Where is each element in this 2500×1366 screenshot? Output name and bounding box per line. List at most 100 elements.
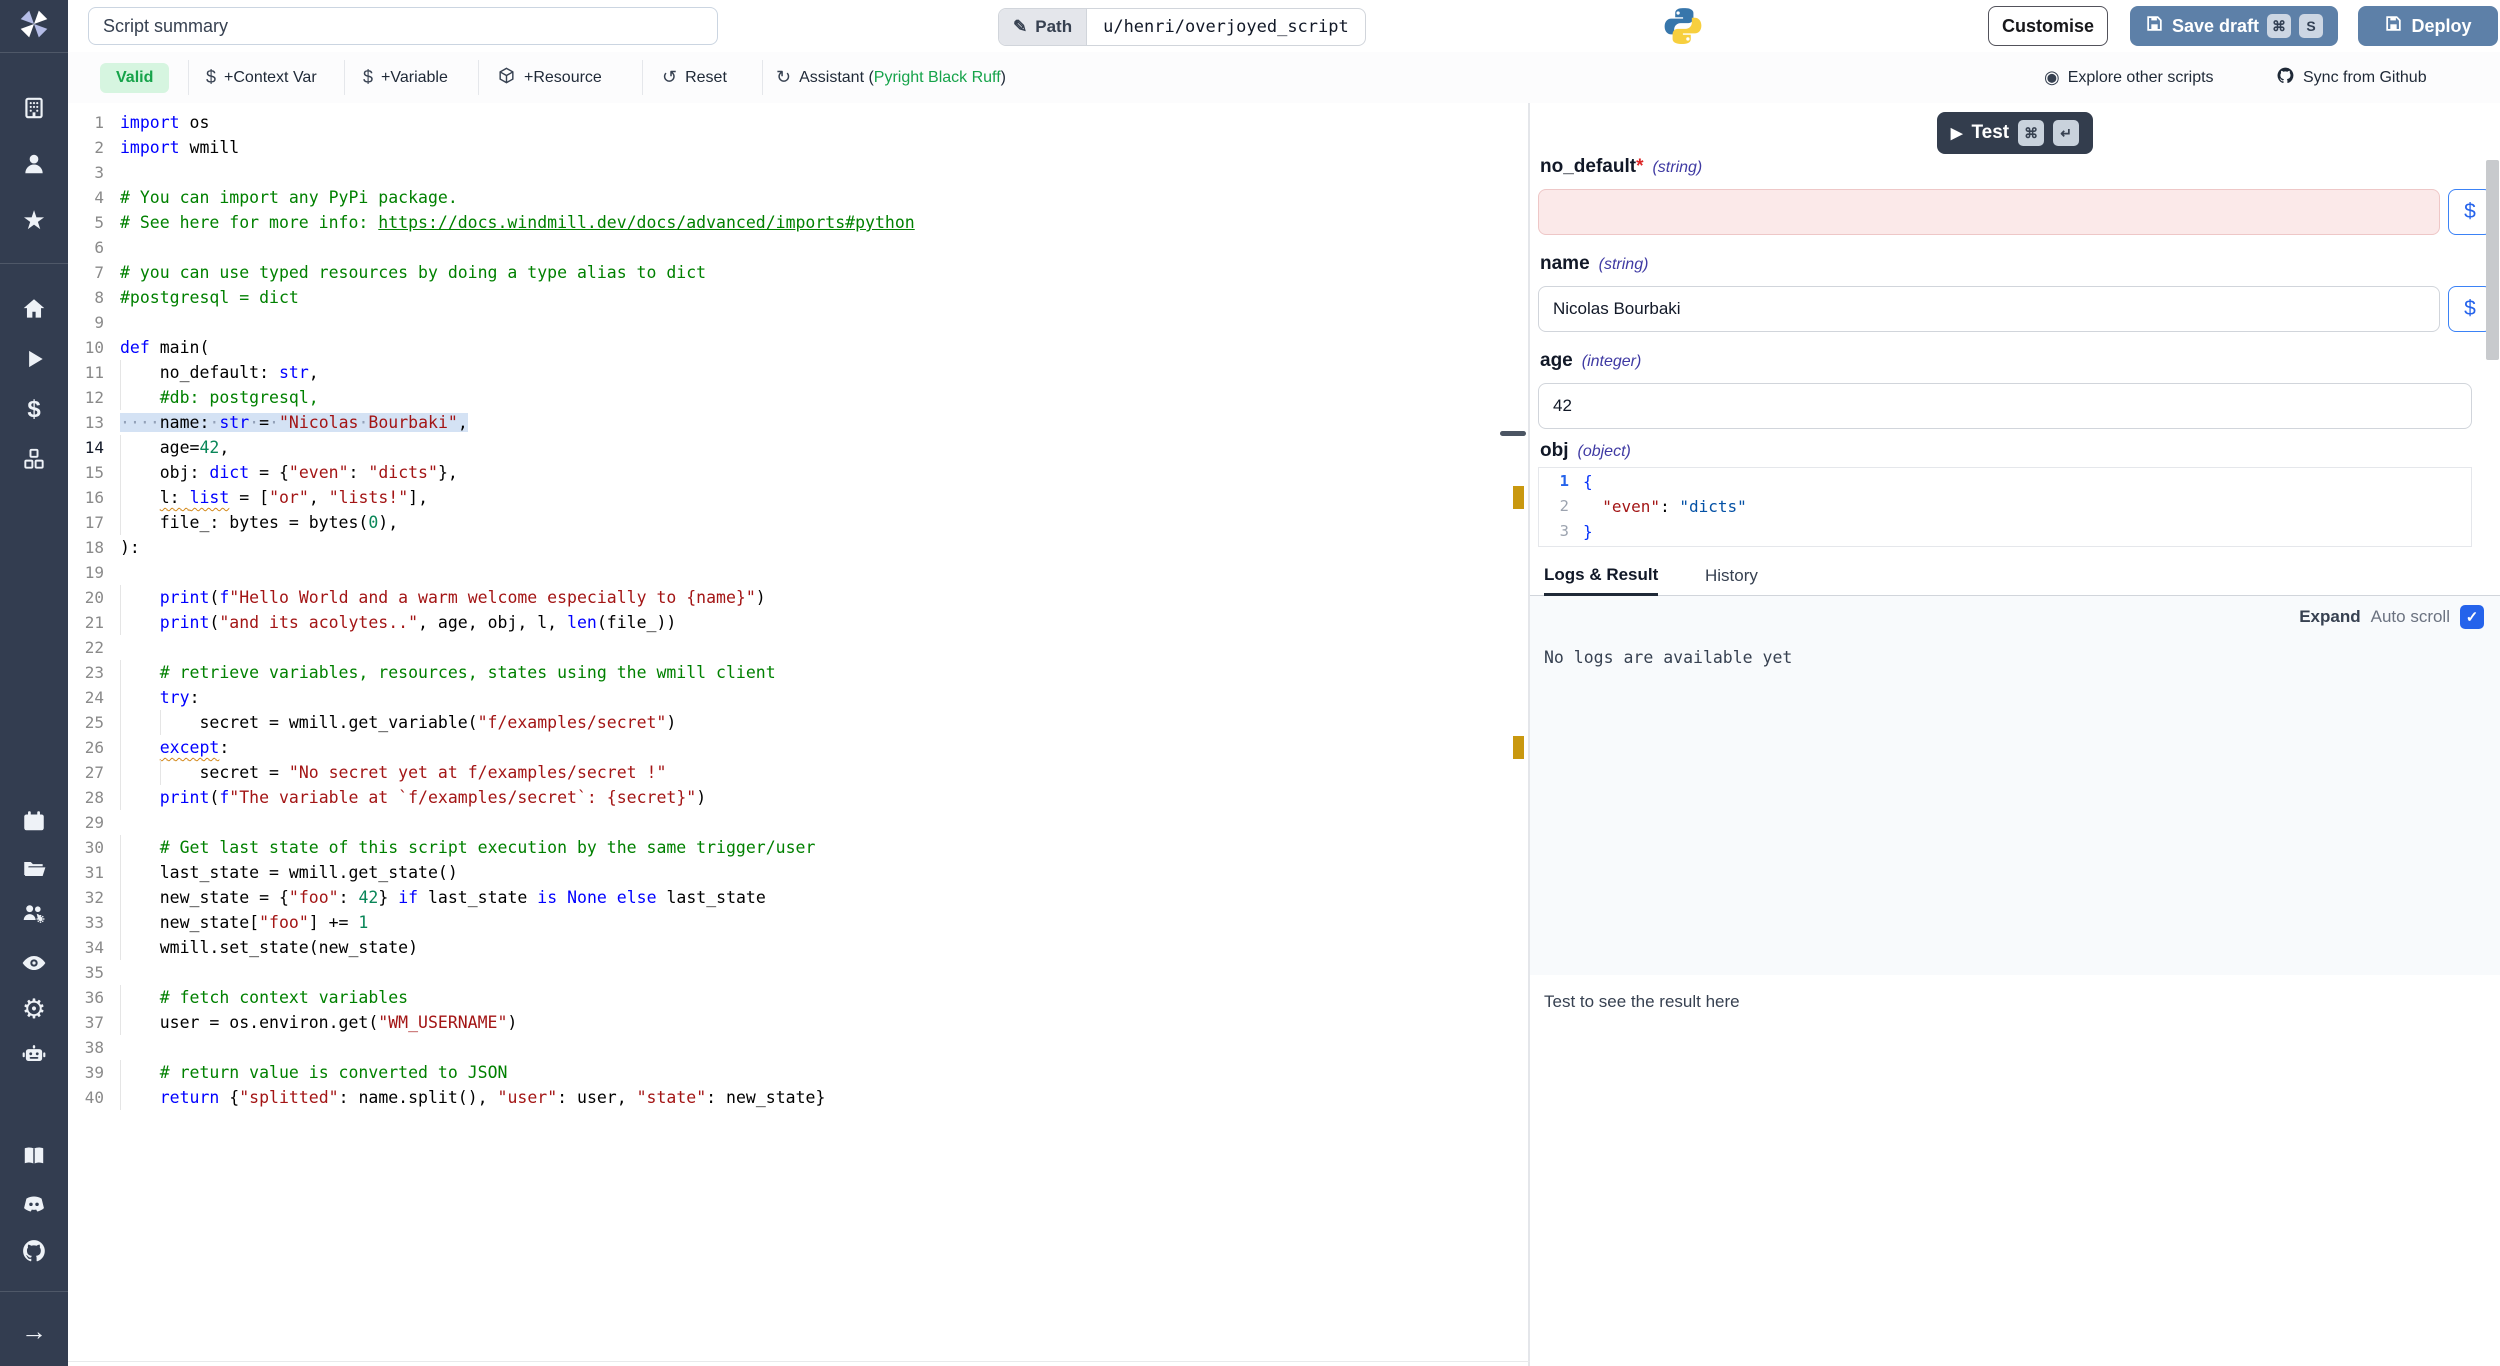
code-line[interactable]: 38 [68,1035,1512,1060]
sidebar-item-docs[interactable] [21,1143,47,1169]
sync-from-github-button[interactable]: Sync from Github [2276,52,2427,103]
sidebar-item-workspace[interactable] [21,95,47,121]
workspace-logo[interactable] [0,0,68,53]
field-type: (integer) [1582,353,1642,370]
code-line[interactable]: 33 new_state["foo"] += 1 [68,910,1512,935]
code-line[interactable]: 32 new_state = {"foo": 42} if last_state… [68,885,1512,910]
code-line[interactable]: 9 [68,310,1512,335]
reset-button[interactable]: ↺ Reset [662,52,727,103]
code-line[interactable]: 29 [68,810,1512,835]
object-json-editor[interactable]: 1{2 "even": "dicts"3} [1538,467,2472,547]
line-number: 8 [68,285,104,310]
field-label-name: name(string) [1540,253,1648,275]
code-text: try: [120,685,200,710]
code-line[interactable]: 31 last_state = wmill.get_state() [68,860,1512,885]
code-line[interactable]: 20 print(f"Hello World and a warm welcom… [68,585,1512,610]
add-resource-button[interactable]: +Resource [497,52,602,103]
code-line[interactable]: 37 user = os.environ.get("WM_USERNAME") [68,1010,1512,1035]
line-number: 39 [68,1060,104,1085]
sidebar-item-schedules[interactable] [21,808,47,834]
code-line[interactable]: 17 file_: bytes = bytes(0), [68,510,1512,535]
sidebar-item-github[interactable] [21,1238,47,1264]
sidebar-item-settings[interactable]: ⚙ [21,996,47,1022]
line-number: 35 [68,960,104,985]
code-text: print(f"Hello World and a warm welcome e… [120,585,766,610]
code-line[interactable]: 27 secret = "No secret yet at f/examples… [68,760,1512,785]
line-number: 29 [68,810,104,835]
tab-history[interactable]: History [1705,557,1758,595]
path-label: ✎ Path [999,9,1087,45]
json-line: { [1583,469,1593,494]
code-line[interactable]: 15 obj: dict = {"even": "dicts"}, [68,460,1512,485]
line-number: 13 [68,410,104,435]
code-line[interactable]: 36 # fetch context variables [68,985,1512,1010]
customise-button[interactable]: Customise [1988,6,2108,46]
deploy-button[interactable]: Deploy [2358,6,2498,46]
tab-logs-and-result[interactable]: Logs & Result [1544,557,1658,596]
expand-button[interactable]: Expand [2299,607,2360,627]
refresh-icon: ↻ [776,67,791,88]
code-line[interactable]: 35 [68,960,1512,985]
code-line[interactable]: 40 return {"splitted": name.split(), "us… [68,1085,1512,1110]
code-line[interactable]: 12 #db: postgresql, [68,385,1512,410]
sidebar-item-discord[interactable] [21,1191,47,1217]
sidebar-item-home[interactable] [21,296,47,322]
line-number: 40 [68,1085,104,1110]
code-line[interactable]: 21 print("and its acolytes..", age, obj,… [68,610,1512,635]
code-text: last_state = wmill.get_state() [120,860,458,885]
code-line[interactable]: 39 # return value is converted to JSON [68,1060,1512,1085]
code-line[interactable]: 18): [68,535,1512,560]
script-summary-input[interactable]: Script summary [88,7,718,45]
code-line[interactable]: 19 [68,560,1512,585]
code-line[interactable]: 2import wmill [68,135,1512,160]
sidebar-item-users[interactable] [21,151,47,177]
code-line[interactable]: 26 except: [68,735,1512,760]
line-number: 22 [68,635,104,660]
field-input-name[interactable]: Nicolas Bourbaki [1538,286,2440,332]
add-variable-button[interactable]: $ +Variable [363,52,448,103]
autoscroll-checkbox[interactable]: ✓ [2460,605,2484,629]
code-line[interactable]: 4# You can import any PyPi package. [68,185,1512,210]
sidebar-item-collapse[interactable]: → [21,1318,47,1344]
sidebar-item-runs[interactable] [21,346,47,372]
code-line[interactable]: 28 print(f"The variable at `f/examples/s… [68,785,1512,810]
path-selector[interactable]: ✎ Path u/henri/overjoyed_script [998,8,1366,46]
code-line[interactable]: 14 age=42, [68,435,1512,460]
line-number: 32 [68,885,104,910]
code-line[interactable]: 23 # retrieve variables, resources, stat… [68,660,1512,685]
splitter-drag-handle[interactable] [1500,431,1526,436]
code-line[interactable]: 22 [68,635,1512,660]
add-context-var-button[interactable]: $ +Context Var [206,52,317,103]
code-line[interactable]: 10def main( [68,335,1512,360]
code-line[interactable]: 6 [68,235,1512,260]
code-line[interactable]: 25 secret = wmill.get_variable("f/exampl… [68,710,1512,735]
code-editor[interactable]: 1import os2import wmill34# You can impor… [68,103,1512,1366]
code-line[interactable]: 3 [68,160,1512,185]
code-line[interactable]: 7# you can use typed resources by doing … [68,260,1512,285]
code-line[interactable]: 24 try: [68,685,1512,710]
code-line[interactable]: 13····name:·str·=·"Nicolas·Bourbaki", [68,410,1512,435]
field-input-age[interactable]: 42 [1538,383,2472,429]
test-button[interactable]: ▶ Test ⌘ ↵ [1937,112,2093,154]
code-line[interactable]: 34 wmill.set_state(new_state) [68,935,1512,960]
sidebar-item-groups[interactable] [21,900,47,926]
sidebar-item-variables[interactable]: $ [21,397,47,423]
play-icon [21,346,47,372]
sidebar-item-folders[interactable] [21,856,47,882]
explore-other-scripts-button[interactable]: ◉ Explore other scripts [2044,52,2214,103]
field-input-no_default[interactable] [1538,189,2440,235]
code-line[interactable]: 5# See here for more info: https://docs.… [68,210,1512,235]
sidebar-item-resources[interactable] [21,446,47,472]
code-line[interactable]: 30 # Get last state of this script execu… [68,835,1512,860]
sidebar-item-ai[interactable] [21,1041,47,1067]
sidebar-item-favorites[interactable]: ★ [21,207,47,233]
code-line[interactable]: 16 l: list = ["or", "lists!"], [68,485,1512,510]
code-line[interactable]: 1import os [68,110,1512,135]
sidebar-item-audit-logs[interactable] [21,950,47,976]
code-line[interactable]: 8#postgresql = dict [68,285,1512,310]
robot-icon [21,1041,47,1067]
save-draft-button[interactable]: Save draft ⌘ S [2130,6,2338,46]
form-scrollbar[interactable] [2486,160,2499,360]
code-line[interactable]: 11 no_default: str, [68,360,1512,385]
assistant-button[interactable]: ↻ Assistant (Pyright Black Ruff) [776,52,1006,103]
